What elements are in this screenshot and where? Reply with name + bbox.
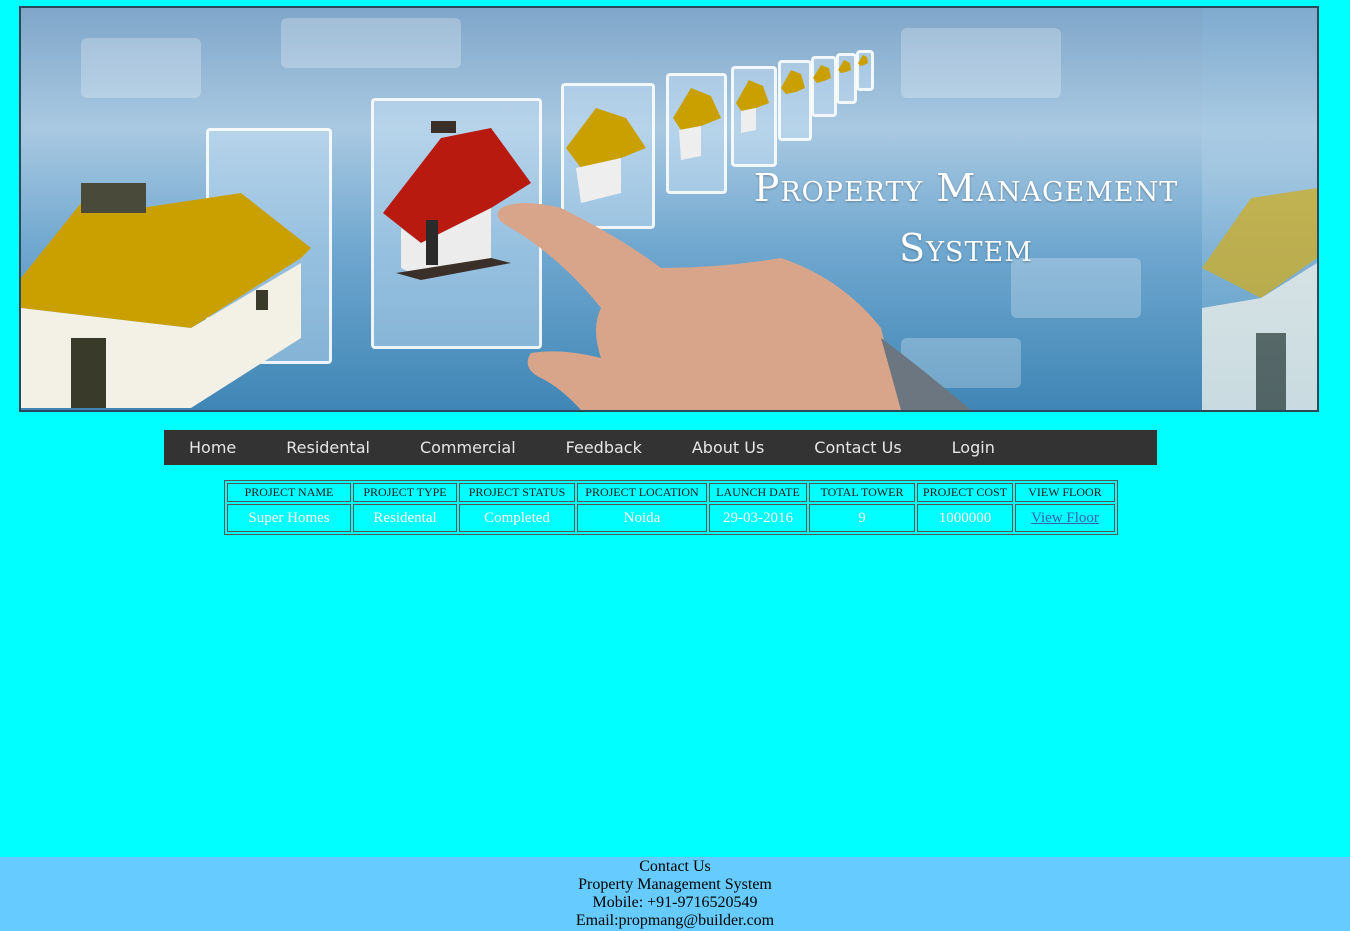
site-title: Property Management System	[736, 158, 1196, 278]
cell-total-tower: 9	[809, 504, 915, 532]
cell-project-type: Residental	[353, 504, 457, 532]
nav-feedback[interactable]: Feedback	[541, 430, 667, 465]
col-project-cost: PROJECT COST	[917, 483, 1013, 502]
site-title-line2: System	[899, 226, 1033, 270]
cell-project-cost: 1000000	[917, 504, 1013, 532]
table-header-row: PROJECT NAME PROJECT TYPE PROJECT STATUS…	[227, 483, 1115, 502]
footer-heading: Contact Us	[639, 858, 711, 875]
nav-login[interactable]: Login	[927, 430, 1020, 465]
col-view-floor: VIEW FLOOR	[1015, 483, 1115, 502]
cell-project-name: Super Homes	[227, 504, 351, 532]
main-nav: Home Residental Commercial Feedback Abou…	[164, 430, 1157, 465]
footer-company: Property Management System	[578, 876, 772, 893]
table-row: Super Homes Residental Completed Noida 2…	[227, 504, 1115, 532]
project-table-wrapper: PROJECT NAME PROJECT TYPE PROJECT STATUS…	[224, 480, 1118, 535]
project-table: PROJECT NAME PROJECT TYPE PROJECT STATUS…	[224, 480, 1118, 535]
header-banner: Property Management System	[19, 6, 1319, 412]
cell-launch-date: 29-03-2016	[709, 504, 807, 532]
cell-project-location: Noida	[577, 504, 707, 532]
cell-view-floor: View Floor	[1015, 504, 1115, 532]
footer-mobile: Mobile: +91-9716520549	[592, 894, 758, 911]
nav-contact-us[interactable]: Contact Us	[789, 430, 926, 465]
col-total-tower: TOTAL TOWER	[809, 483, 915, 502]
nav-home[interactable]: Home	[164, 430, 261, 465]
nav-about-us[interactable]: About Us	[667, 430, 789, 465]
col-project-location: PROJECT LOCATION	[577, 483, 707, 502]
cell-project-status: Completed	[459, 504, 575, 532]
col-project-type: PROJECT TYPE	[353, 483, 457, 502]
view-floor-link[interactable]: View Floor	[1031, 510, 1099, 526]
nav-commercial[interactable]: Commercial	[395, 430, 541, 465]
nav-residental[interactable]: Residental	[261, 430, 395, 465]
col-project-status: PROJECT STATUS	[459, 483, 575, 502]
col-project-name: PROJECT NAME	[227, 483, 351, 502]
site-title-line1: Property Management	[753, 166, 1179, 210]
footer: Contact Us Property Management System Mo…	[0, 857, 1350, 931]
footer-email: Email:propmang@builder.com	[575, 912, 775, 929]
col-launch-date: LAUNCH DATE	[709, 483, 807, 502]
